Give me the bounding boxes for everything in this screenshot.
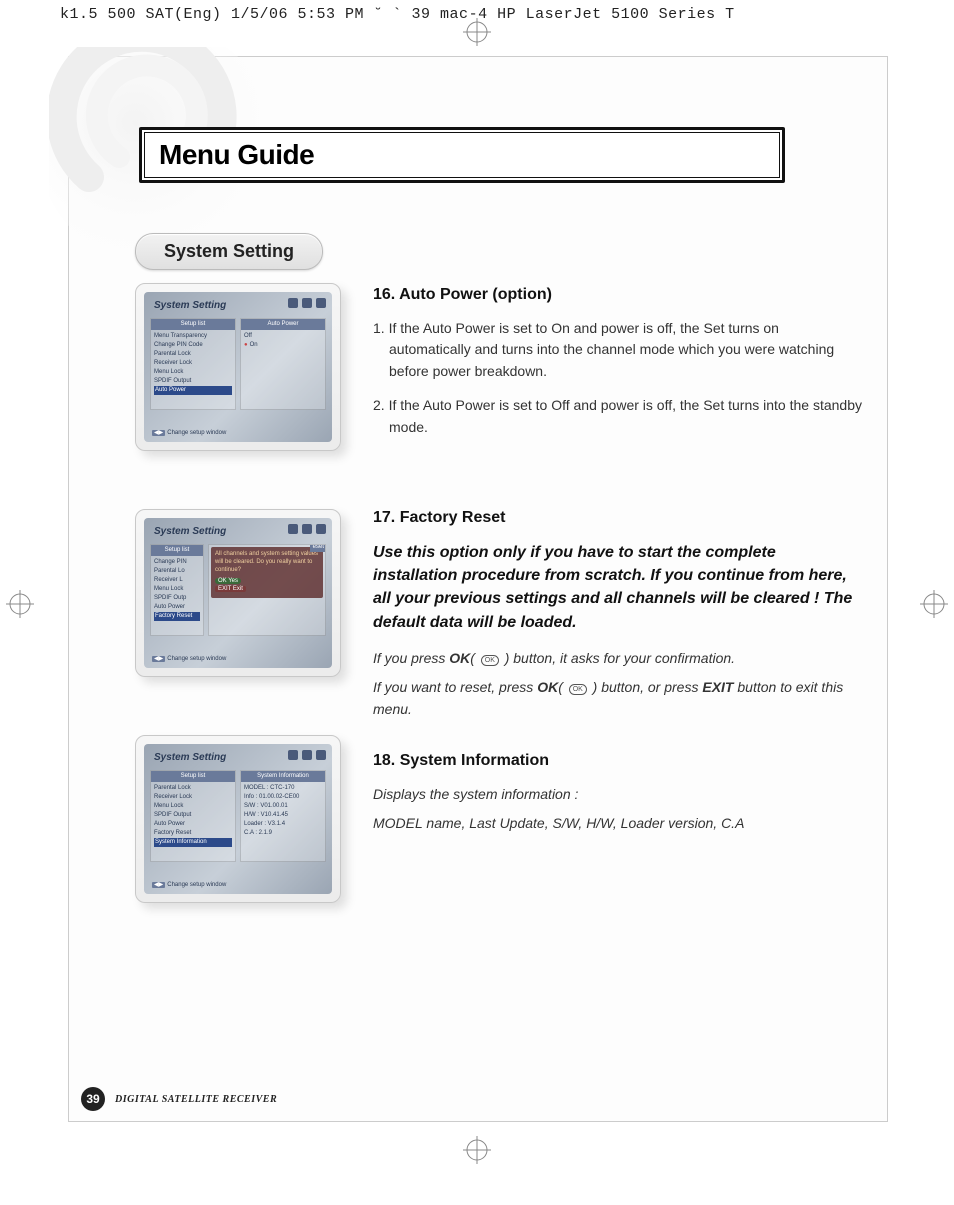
section-17-line1: If you press OK( OK ) button, it asks fo… — [373, 648, 863, 670]
info-line: Info : 01.00.02-CE00 — [244, 793, 322, 802]
system-info-panel: System Information MODEL : CTC-170 Info … — [240, 770, 326, 862]
info-line: S/W : V01.00.01 — [244, 802, 322, 811]
section-17-line2: If you want to reset, press OK( OK ) but… — [373, 677, 863, 720]
section-18-body1: Displays the system information : — [373, 784, 863, 806]
list-item: Change PIN — [154, 558, 200, 567]
list-item-selected: Auto Power — [154, 386, 232, 395]
info-line: C.A : 2.1.9 — [244, 829, 322, 838]
list-item: Auto Power — [154, 820, 232, 829]
shot-title: System Setting — [154, 752, 226, 763]
panel-header: Setup list — [151, 771, 235, 782]
shot-title: System Setting — [154, 300, 226, 311]
list-item: SPDIF Output — [154, 377, 232, 386]
crop-mark-top-icon — [463, 18, 491, 51]
list-item: SPDIF Output — [154, 811, 232, 820]
crop-mark-bottom-icon — [463, 1136, 491, 1169]
text-column: 16. Auto Power (option) 1. If the Auto P… — [373, 283, 863, 843]
option-off: Off — [244, 332, 322, 341]
shot-hint: ◀▶Change setup window — [152, 655, 226, 662]
page-number-badge: 39 — [81, 1087, 105, 1111]
page-title: Menu Guide — [144, 132, 780, 178]
list-item: Receiver Lock — [154, 793, 232, 802]
section-18-heading: 18. System Information — [373, 749, 863, 774]
option-on: On — [244, 341, 322, 350]
dialog-yes: OK Yes — [215, 578, 241, 584]
section-17-warning: Use this option only if you have to star… — [373, 541, 863, 634]
shot-header-icons — [288, 524, 326, 534]
list-item: Receiver L — [154, 576, 200, 585]
section-17-heading: 17. Factory Reset — [373, 506, 863, 531]
registration-left-icon — [6, 590, 34, 623]
shot-header-icons — [288, 298, 326, 308]
list-item: Menu Lock — [154, 585, 200, 594]
page-footer: 39 DIGITAL SATELLITE RECEIVER — [81, 1087, 277, 1111]
screenshot-system-info: System Setting Setup list Parental Lock … — [135, 735, 341, 903]
auto-power-panel: Auto Power Off On — [240, 318, 326, 410]
list-item: Parental Lock — [154, 784, 232, 793]
setup-list-panel: Setup list Menu Transparency Change PIN … — [150, 318, 236, 410]
list-item-selected: System Information — [154, 838, 232, 847]
ok-button-icon: OK — [569, 684, 587, 695]
list-item: Factory Reset — [154, 829, 232, 838]
section-16-p2: 2. If the Auto Power is set to Off and p… — [373, 395, 863, 438]
list-item: SPDIF Outp — [154, 594, 200, 603]
section-pill: System Setting — [135, 233, 323, 270]
info-line: Loader : V3.1.4 — [244, 820, 322, 829]
dialog-exit: EXIT Exit — [215, 586, 246, 592]
section-16-p1: 1. If the Auto Power is set to On and po… — [373, 318, 863, 383]
shot-hint: ◀▶Change setup window — [152, 881, 226, 888]
screenshot-factory-reset: System Setting Setup list Change PIN Par… — [135, 509, 341, 677]
setup-list-panel: Setup list Change PIN Parental Lo Receiv… — [150, 544, 204, 636]
title-bar: Menu Guide — [139, 127, 785, 183]
tab-label: eset — [310, 544, 326, 552]
list-item: Change PIN Code — [154, 341, 232, 350]
section-18-body2: MODEL name, Last Update, S/W, H/W, Loade… — [373, 813, 863, 835]
dialog-panel: eset All channels and system setting val… — [208, 544, 326, 636]
list-item: Menu Lock — [154, 802, 232, 811]
ok-button-icon: OK — [481, 655, 499, 666]
dialog-text: All channels and system setting values w… — [215, 551, 319, 574]
list-item-selected: Factory Reset — [154, 612, 200, 621]
section-16-heading: 16. Auto Power (option) — [373, 283, 863, 308]
shot-hint: ◀▶Change setup window — [152, 429, 226, 436]
panel-header: Setup list — [151, 319, 235, 330]
panel-header: System Information — [241, 771, 325, 782]
list-item: Menu Lock — [154, 368, 232, 377]
list-item: Auto Power — [154, 603, 200, 612]
list-item: Parental Lo — [154, 567, 200, 576]
list-item: Receiver Lock — [154, 359, 232, 368]
page-frame: Menu Guide System Setting System Setting… — [68, 56, 888, 1122]
info-line: MODEL : CTC-170 — [244, 784, 322, 793]
panel-header: Auto Power — [241, 319, 325, 330]
shot-title: System Setting — [154, 526, 226, 537]
screenshot-auto-power: System Setting Setup list Menu Transpare… — [135, 283, 341, 451]
confirm-dialog: All channels and system setting values w… — [211, 547, 323, 598]
list-item: Parental Lock — [154, 350, 232, 359]
setup-list-panel: Setup list Parental Lock Receiver Lock M… — [150, 770, 236, 862]
registration-right-icon — [920, 590, 948, 623]
shot-header-icons — [288, 750, 326, 760]
screenshot-column: System Setting Setup list Menu Transpare… — [135, 283, 367, 961]
list-item: Menu Transparency — [154, 332, 232, 341]
footer-label: DIGITAL SATELLITE RECEIVER — [115, 1094, 277, 1105]
panel-header: Setup list — [151, 545, 203, 556]
info-line: H/W : V10.41.45 — [244, 811, 322, 820]
